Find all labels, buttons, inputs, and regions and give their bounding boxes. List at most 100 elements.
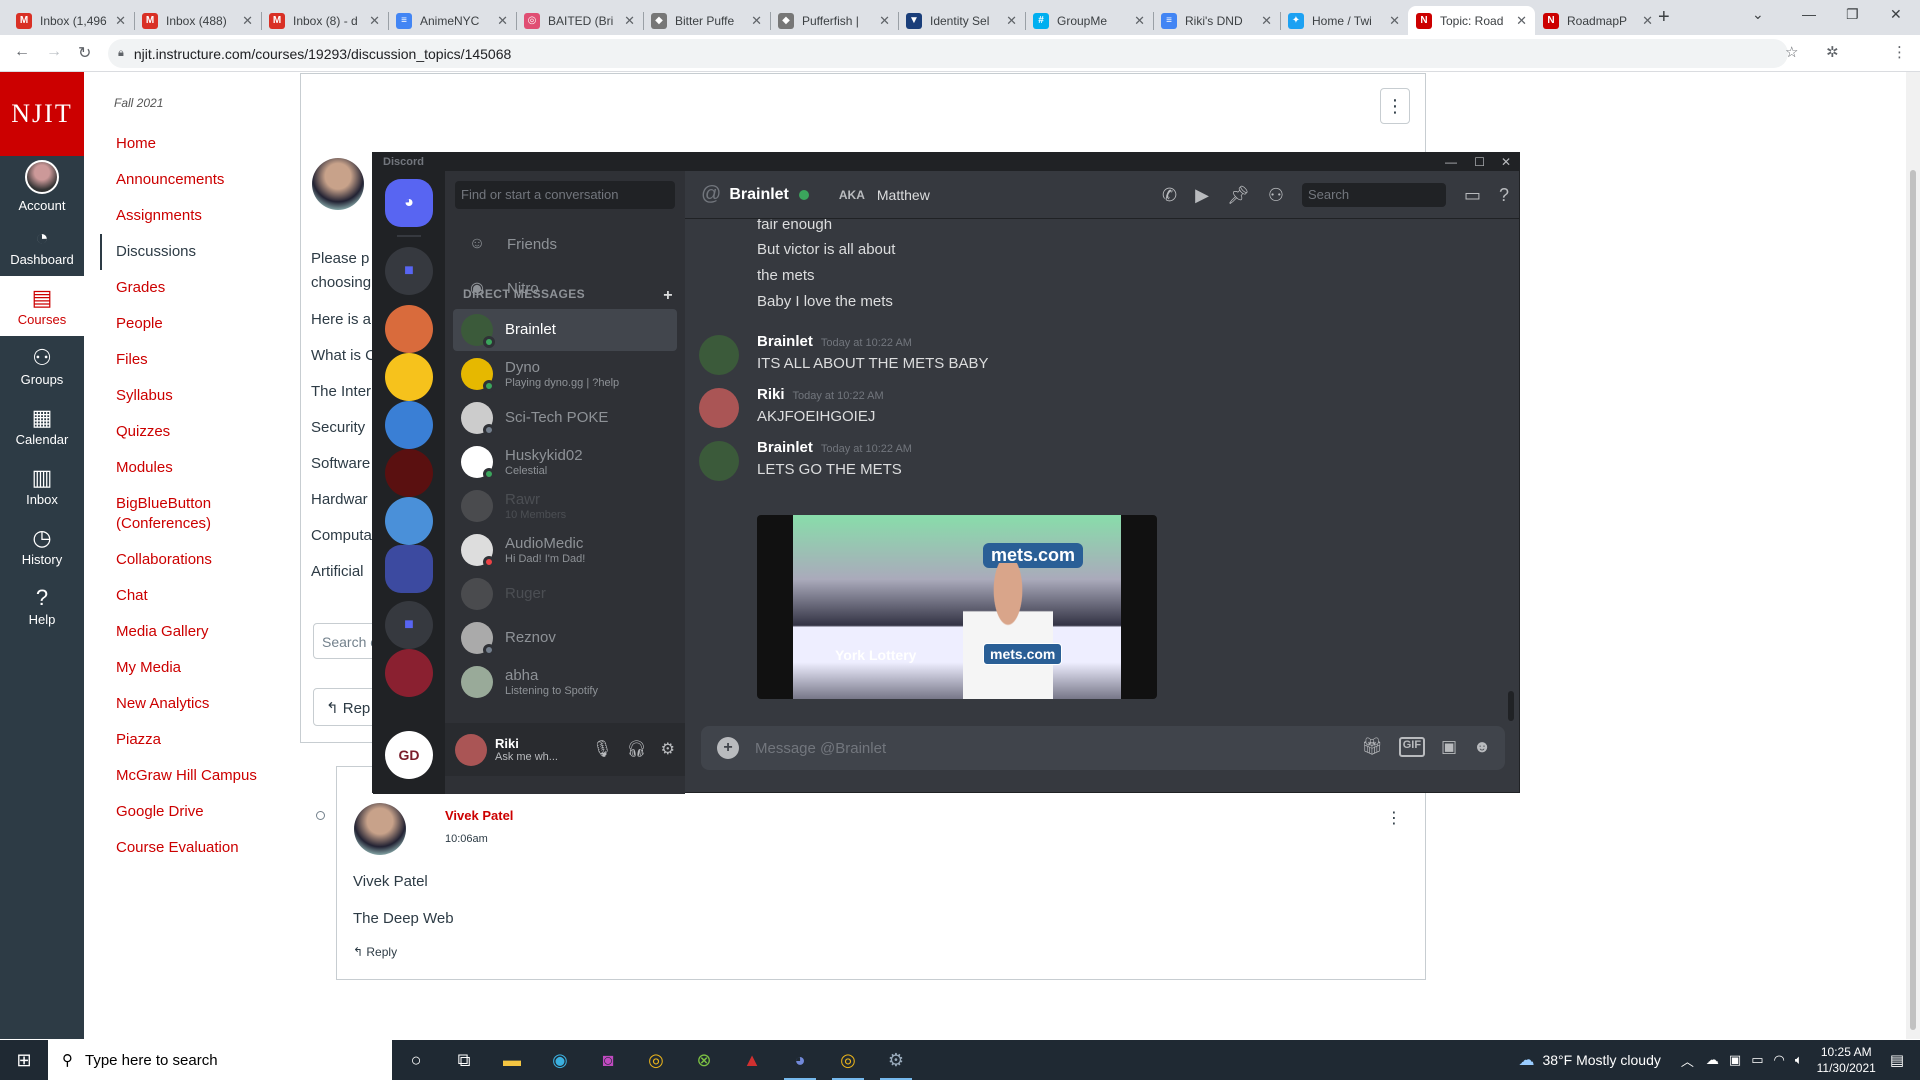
tab-close-icon[interactable]: ✕ [879, 13, 890, 29]
browser-tab[interactable]: M Inbox (8) - d ✕ [261, 6, 388, 35]
course-nav-link[interactable]: My Media [100, 650, 290, 686]
tab-close-icon[interactable]: ✕ [369, 13, 380, 29]
microphone-icon[interactable]: 🎙︎ [592, 739, 612, 759]
weather-icon[interactable]: ☁ [1518, 1050, 1534, 1070]
page-scrollbar-thumb[interactable] [1910, 170, 1916, 1030]
tab-search-icon[interactable]: ⌄ [1752, 6, 1764, 23]
volume-icon[interactable]: 🔈︎ [1795, 1052, 1803, 1068]
tab-close-icon[interactable]: ✕ [115, 13, 126, 29]
browser-tab[interactable]: ▼ Identity Sel ✕ [898, 6, 1025, 35]
dm-item[interactable]: Sci-Tech POKE [453, 397, 677, 439]
sticker-icon[interactable]: ▣ [1441, 737, 1457, 757]
message-author[interactable]: Brainlet [757, 439, 813, 456]
settings-gear-icon[interactable]: ⚙ [661, 739, 675, 759]
attach-plus-icon[interactable]: + [717, 737, 739, 759]
find-conversation-input[interactable]: Find or start a conversation [455, 181, 675, 209]
gift-icon[interactable]: 🎁︎ [1361, 737, 1383, 757]
address-bar[interactable]: 🔒︎ njit.instructure.com/courses/19293/di… [108, 39, 1788, 68]
course-nav-link[interactable]: McGraw Hill Campus [100, 758, 290, 794]
server-icon[interactable] [385, 401, 433, 449]
forward-icon[interactable]: → [46, 43, 62, 61]
dm-item[interactable]: Huskykid02 Celestial [453, 441, 677, 483]
gif-icon[interactable]: GIF [1398, 737, 1426, 757]
browser-tab[interactable]: ◎ BAITED (Bri ✕ [516, 6, 643, 35]
dm-item[interactable]: abha Listening to Spotify [453, 661, 677, 703]
chat-search-input[interactable]: Search [1301, 183, 1446, 207]
discord-maximize-icon[interactable]: ☐ [1474, 153, 1485, 171]
browser-tab[interactable]: ≡ Riki's DND ✕ [1153, 6, 1280, 35]
author-avatar[interactable] [312, 158, 364, 210]
course-nav-link[interactable]: Announcements [100, 162, 290, 198]
cortana-icon[interactable]: ○ [392, 1040, 440, 1080]
browser-tab[interactable]: M Inbox (488) ✕ [134, 6, 261, 35]
discord-home-icon[interactable]: ◕ [385, 179, 433, 227]
course-nav-link[interactable]: New Analytics [100, 686, 290, 722]
server-icon[interactable] [385, 449, 433, 497]
course-nav-link[interactable]: Quizzes [100, 414, 290, 450]
global-nav-calendar[interactable]: ▦ Calendar [0, 396, 84, 456]
maximize-window-button[interactable]: ❐ [1846, 6, 1859, 23]
back-icon[interactable]: ← [14, 43, 30, 61]
browser-tab[interactable]: ◆ Pufferfish | ✕ [770, 6, 898, 35]
dm-item[interactable]: Reznov [453, 617, 677, 659]
user-name[interactable]: Riki [495, 736, 558, 751]
steam-icon[interactable]: ⚙ [872, 1040, 920, 1080]
reply-author-avatar[interactable] [354, 803, 406, 855]
global-nav-history[interactable]: ◷ History [0, 516, 84, 576]
chrome-icon[interactable]: ◎ [632, 1040, 680, 1080]
tab-close-icon[interactable]: ✕ [1389, 13, 1400, 29]
onedrive-icon[interactable]: ☁ [1706, 1052, 1719, 1068]
url-text[interactable]: njit.instructure.com/courses/19293/discu… [134, 46, 511, 62]
tab-close-icon[interactable]: ✕ [1134, 13, 1145, 29]
server-folder-icon[interactable]: ■ [385, 247, 433, 295]
browser-tab[interactable]: N Topic: Road ✕ [1408, 6, 1535, 35]
chat-scrollbar-thumb[interactable] [1508, 691, 1514, 721]
extensions-icon[interactable]: ✲ [1826, 43, 1839, 61]
global-nav-account[interactable]: Account [0, 156, 84, 216]
voice-call-icon[interactable]: ✆ [1162, 185, 1177, 206]
browser-tab[interactable]: M Inbox (1,496 ✕ [8, 6, 134, 35]
user-status[interactable]: Ask me wh... [495, 751, 558, 764]
tab-close-icon[interactable]: ✕ [624, 13, 635, 29]
browser-tab[interactable]: N RoadmapP ✕ [1535, 6, 1661, 35]
course-nav-link[interactable]: Course Evaluation [100, 830, 290, 866]
add-friend-icon[interactable]: ⚇ [1268, 185, 1284, 206]
reply-options-icon[interactable]: ⋮ [1386, 808, 1402, 828]
course-nav-link[interactable]: Chat [100, 578, 290, 614]
browser-tab[interactable]: # GroupMe ✕ [1025, 6, 1153, 35]
tab-close-icon[interactable]: ✕ [242, 13, 253, 29]
close-window-button[interactable]: ✕ [1890, 6, 1902, 23]
tray-app-icon[interactable]: ▣ [1729, 1052, 1741, 1068]
minimize-window-button[interactable]: — [1802, 6, 1816, 22]
pinned-messages-icon[interactable]: 📌︎ [1227, 185, 1250, 206]
global-nav-courses[interactable]: ▤ Courses [0, 276, 84, 336]
server-folder-icon[interactable]: ■ [385, 601, 433, 649]
discord-minimize-icon[interactable]: — [1445, 153, 1457, 171]
message-input[interactable]: Message @Brainlet [755, 740, 886, 757]
create-dm-icon[interactable]: + [663, 287, 673, 305]
dm-nav-friends[interactable]: ☺ Friends [453, 223, 677, 265]
browser-tab[interactable]: ≡ AnimeNYC ✕ [388, 6, 516, 35]
tab-close-icon[interactable]: ✕ [1261, 13, 1272, 29]
course-nav-link[interactable]: Files [100, 342, 290, 378]
weather-text[interactable]: 38°F Mostly cloudy [1542, 1052, 1660, 1068]
tray-chevron-icon[interactable]: ︿ [1681, 1051, 1694, 1070]
discord-titlebar[interactable]: Discord [373, 153, 1519, 171]
course-nav-link[interactable]: Modules [100, 450, 290, 486]
global-nav-dashboard[interactable]: ◔ Dashboard [0, 216, 84, 276]
emoji-icon[interactable]: ☻ [1473, 737, 1491, 757]
file-explorer-icon[interactable]: ▬ [488, 1040, 536, 1080]
course-nav-link[interactable]: Media Gallery [100, 614, 290, 650]
message-avatar[interactable] [699, 388, 739, 428]
discussion-options-button[interactable]: ⋮ [1380, 88, 1410, 124]
course-nav-link[interactable]: Assignments [100, 198, 290, 234]
edge-icon[interactable]: ◉ [536, 1040, 584, 1080]
global-nav-help[interactable]: ? Help [0, 576, 84, 636]
taskbar-search[interactable]: ⚲ Type here to search [48, 1040, 392, 1080]
new-tab-button[interactable]: + [1658, 6, 1670, 29]
battery-icon[interactable]: ▭ [1751, 1052, 1763, 1068]
message-avatar[interactable] [699, 335, 739, 375]
menu-icon[interactable]: ⋮ [1892, 43, 1907, 61]
reply-author-name[interactable]: Vivek Patel [445, 808, 513, 823]
help-icon[interactable]: ? [1499, 185, 1509, 206]
